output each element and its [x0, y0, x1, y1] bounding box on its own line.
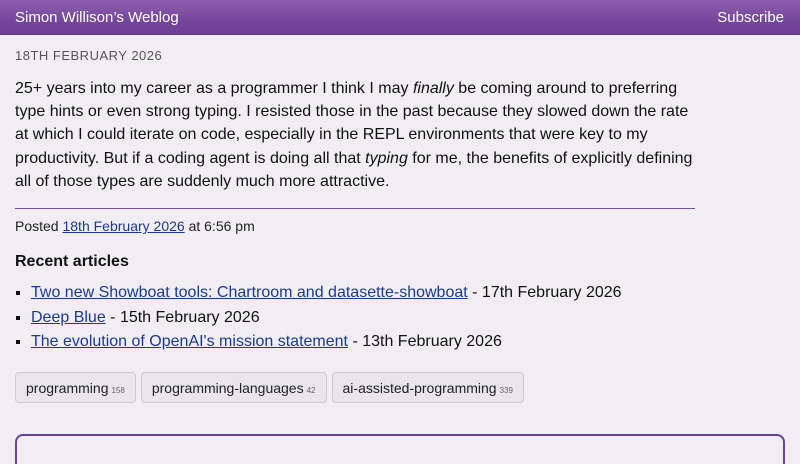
- recent-article-date: - 13th February 2026: [348, 333, 502, 351]
- entry-body: 25+ years into my career as a programmer…: [15, 77, 700, 193]
- list-item: The evolution of OpenAI's mission statem…: [31, 330, 705, 355]
- entry-date-heading: 18th February 2026: [15, 48, 163, 63]
- tag-count: 339: [499, 386, 513, 395]
- recent-article-link[interactable]: Two new Showboat tools: Chartroom and da…: [31, 284, 468, 301]
- list-item: Deep Blue - 15th February 2026: [31, 306, 705, 331]
- tag-ai-assisted-programming[interactable]: ai-assisted-programming 339: [331, 372, 524, 403]
- tag-label: ai-assisted-programming: [342, 380, 497, 396]
- tag-label: programming: [26, 380, 109, 396]
- tag-label: programming-languages: [151, 380, 304, 396]
- recent-articles-list: Two new Showboat tools: Chartroom and da…: [15, 281, 705, 355]
- entry-emphasis: finally: [412, 80, 454, 97]
- entry-text: 25+ years into my career as a programmer…: [15, 80, 413, 97]
- posted-time: at 6:56 pm: [184, 218, 255, 235]
- posted-date-link[interactable]: 18th February 2026: [62, 218, 184, 234]
- next-section-box: [15, 434, 785, 464]
- posted-prefix: Posted: [15, 218, 63, 235]
- subscribe-link[interactable]: Subscribe: [717, 9, 784, 26]
- tag-list: programming 158 programming-languages 42 ai-…: [15, 372, 529, 403]
- site-header: Simon Willison’s Weblog Subscribe: [0, 0, 800, 35]
- tag-count: 158: [111, 386, 125, 395]
- entry-emphasis: typing: [365, 149, 408, 167]
- recent-article-link[interactable]: The evolution of OpenAI's mission statem…: [31, 333, 348, 350]
- tag-programming-languages[interactable]: programming-languages 42: [140, 372, 327, 403]
- site-title-link[interactable]: Simon Willison’s Weblog: [15, 9, 179, 26]
- recent-article-date: - 17th February 2026: [467, 284, 622, 302]
- tag-programming[interactable]: programming 158: [15, 372, 136, 403]
- divider: [15, 208, 695, 210]
- tag-count: 42: [306, 386, 316, 395]
- list-item: Two new Showboat tools: Chartroom and da…: [31, 281, 705, 306]
- recent-articles-heading: Recent articles: [15, 253, 129, 271]
- recent-article-date: - 15th February 2026: [105, 308, 260, 326]
- posted-line: Posted 18th February 2026 at 6:56 pm: [15, 218, 705, 234]
- recent-article-link[interactable]: Deep Blue: [31, 309, 106, 326]
- main-content: 18th February 2026 25+ years into my car…: [15, 35, 705, 355]
